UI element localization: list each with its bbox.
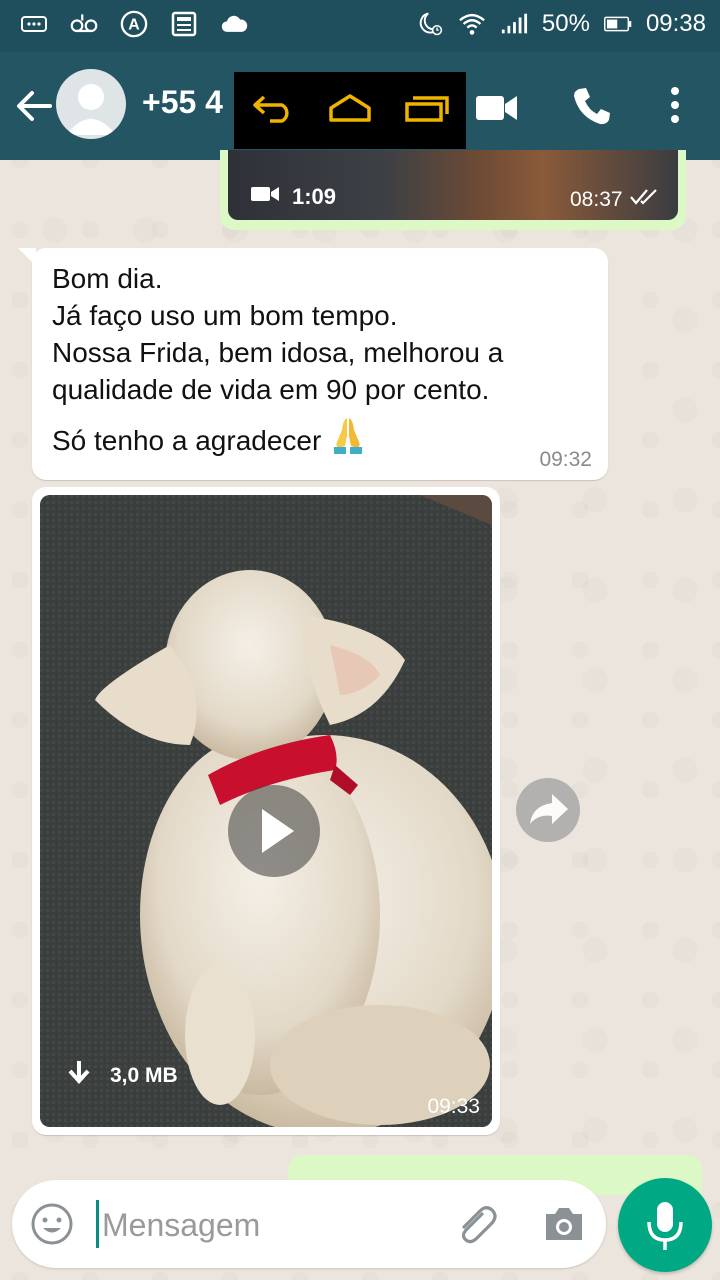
received-text-message[interactable]: Bom dia. Já faço uso um bom tempo. Nossa…: [32, 248, 608, 480]
camera-icon[interactable]: [540, 1202, 588, 1246]
svg-text:A: A: [128, 17, 140, 34]
double-check-icon: [629, 188, 659, 212]
battery-icon: [603, 10, 632, 38]
nav-recents-icon[interactable]: [404, 93, 450, 128]
video-call-icon[interactable]: [474, 88, 520, 128]
paperclip-icon[interactable]: [452, 1200, 500, 1248]
cloud-icon: [220, 10, 248, 38]
emoji-icon[interactable]: [30, 1202, 74, 1246]
news-icon: [170, 10, 198, 38]
message-input[interactable]: [100, 1196, 434, 1254]
video-timestamp: 09:33: [427, 1095, 480, 1118]
wifi-icon: [458, 10, 486, 38]
message-line: qualidade de vida em 90 por cento.: [52, 374, 490, 405]
message-line: Só tenho a agradecer: [52, 425, 322, 456]
video-thumbnail: [40, 495, 492, 1127]
autorotate-a-icon: A: [120, 10, 148, 38]
forward-button[interactable]: [516, 778, 580, 842]
received-video-message[interactable]: 3,0 MB 09:33: [32, 487, 500, 1135]
contact-avatar[interactable]: [56, 69, 126, 139]
back-arrow-icon[interactable]: [12, 84, 56, 128]
chat-header: +55 4: [0, 52, 720, 160]
nav-back-icon[interactable]: [250, 93, 296, 128]
status-bar: A 50% 09:38: [0, 0, 720, 52]
message-line: Bom dia.: [52, 263, 163, 294]
clock: 09:38: [645, 10, 706, 37]
message-timestamp: 09:32: [539, 448, 592, 471]
voicemail-tape-icon: [70, 10, 98, 38]
folded-hands-emoji-icon: [331, 416, 365, 465]
battery-percent: 50%: [541, 10, 590, 37]
download-size[interactable]: 3,0 MB: [66, 1059, 178, 1093]
voicemail-icon: [20, 10, 48, 38]
contact-name[interactable]: +55 4: [142, 84, 223, 121]
nav-home-icon[interactable]: [327, 93, 373, 128]
message-line: Já faço uso um bom tempo.: [52, 300, 398, 331]
message-composer: [12, 1180, 606, 1268]
floating-nav-overlay: [234, 72, 466, 149]
sent-video-duration: 1:09: [250, 184, 336, 210]
text-cursor: [96, 1200, 99, 1248]
voice-call-icon[interactable]: [570, 84, 614, 128]
video-camera-icon: [250, 184, 280, 210]
play-button[interactable]: [228, 785, 320, 877]
sent-video-timestamp: 08:37: [570, 188, 659, 212]
message-line: Nossa Frida, bem idosa, melhorou a: [52, 337, 504, 368]
more-options-icon[interactable]: [660, 82, 690, 128]
download-arrow-icon[interactable]: [66, 1059, 92, 1093]
signal-icon: [500, 10, 528, 38]
voice-record-button[interactable]: [618, 1178, 712, 1272]
do-not-disturb-moon-icon: [416, 10, 444, 38]
